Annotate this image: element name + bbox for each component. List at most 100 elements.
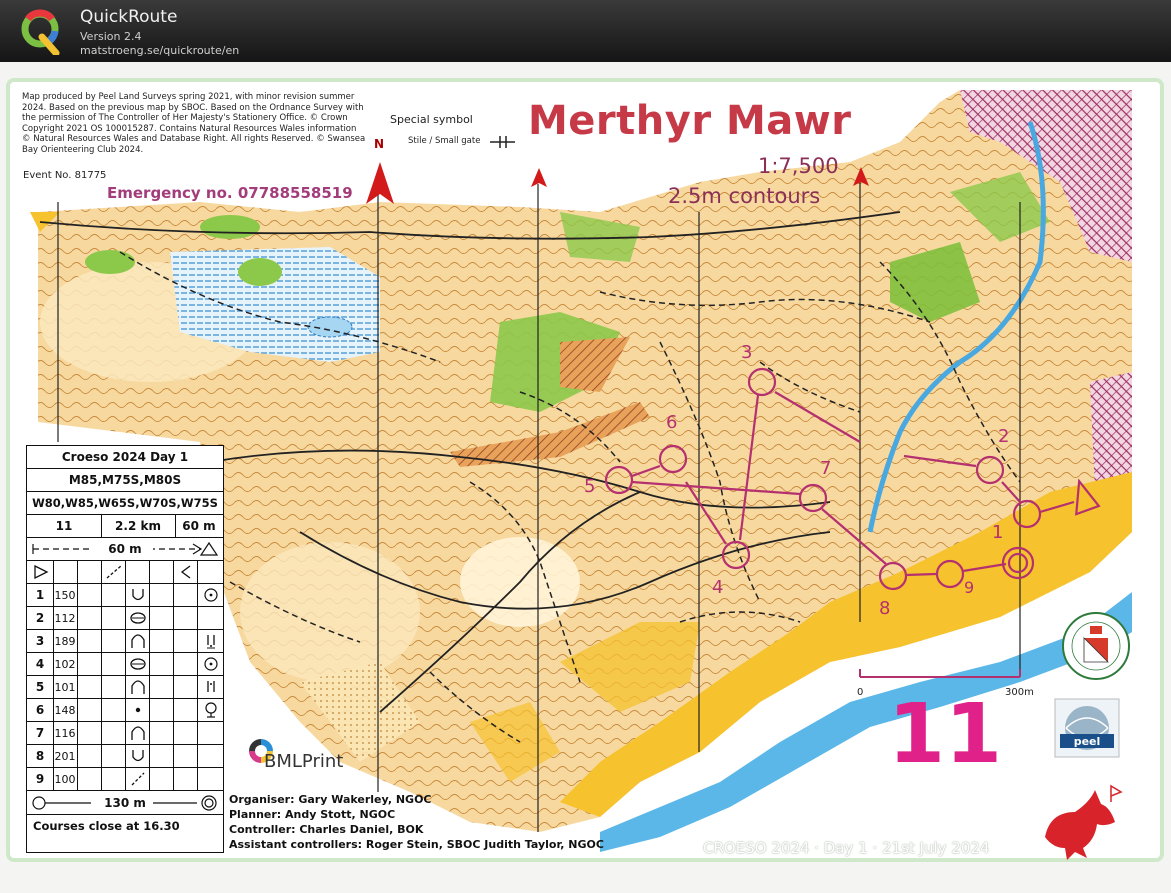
start-triangle-icon (34, 565, 49, 579)
desc-start-marked-row: 60 m (27, 538, 223, 561)
desc-control-code: 116 (54, 726, 76, 740)
assistant-controllers-credit: Assistant controllers: Roger Stein, SBOC… (229, 838, 604, 851)
desc-event-row: Croeso 2024 Day 1 (27, 446, 223, 469)
welsh-dragon-logo-icon (1045, 784, 1123, 860)
desc-courses-close: Courses close at 16.30 (33, 819, 180, 833)
desc-control-number: 4 (35, 657, 45, 671)
scale-bar-start: 0 (857, 687, 864, 698)
quickroute-q-logo-icon (21, 9, 60, 55)
desc-classes-row-1: M85,M75S,M80S (27, 469, 223, 492)
course-number-large: 11 (888, 687, 1003, 782)
desc-control-code: 112 (54, 611, 76, 625)
desc-control-number: 8 (35, 749, 45, 763)
desc-classes-2: W80,W85,W65S,W70S,W75S (32, 496, 218, 510)
desc-control-row: 2 112 (27, 607, 223, 630)
event-number: Event No. 81775 (23, 170, 107, 181)
desc-course-number: 11 (55, 519, 73, 533)
desc-feature-icon (135, 707, 141, 713)
app-version: Version 2.4 (80, 30, 142, 43)
desc-control-code: 100 (54, 772, 76, 786)
desc-control-row: 9 100 (27, 768, 223, 791)
control-number-8: 8 (879, 598, 891, 619)
svg-text:peel: peel (1074, 735, 1101, 748)
desc-detail-icon (204, 588, 218, 602)
desc-closing-row: Courses close at 16.30 (27, 815, 223, 837)
desc-control-row: 8 201 (27, 745, 223, 768)
club-logo-icon (1062, 612, 1130, 680)
map-scale: 1:7,500 (758, 154, 839, 178)
desc-course-row: 11 2.2 km 60 m (27, 515, 223, 538)
control-number-7: 7 (820, 458, 832, 479)
desc-detail-icon (205, 702, 217, 718)
bmlprint-logo: BMLPrint (247, 737, 344, 777)
control-description-sheet: Croeso 2024 Day 1 M85,M75S,M80S W80,W85,… (26, 445, 224, 853)
desc-control-code: 189 (54, 634, 76, 648)
desc-control-row: 4 102 (27, 653, 223, 676)
desc-classes-1: M85,M75S,M80S (68, 473, 182, 487)
planner-credit: Planner: Andy Stott, NGOC (229, 808, 396, 821)
desc-feature-icon (130, 612, 146, 624)
organiser-credit: Organiser: Gary Wakerley, NGOC (229, 793, 432, 806)
desc-control-code: 201 (54, 749, 76, 763)
desc-control-row: 5 101 (27, 676, 223, 699)
special-symbol-title: Special symbol (390, 113, 473, 126)
desc-control-code: 150 (54, 588, 76, 602)
desc-control-code: 148 (54, 703, 76, 717)
control-number-1: 1 (992, 522, 1004, 543)
desc-control-row: 7 116 (27, 722, 223, 745)
desc-feature-icon (131, 772, 145, 786)
desc-feature-icon (131, 726, 145, 740)
north-label: N (374, 137, 385, 151)
control-number-5: 5 (584, 476, 596, 497)
desc-control-row: 3 189 (27, 630, 223, 653)
desc-course-length: 2.2 km (115, 519, 161, 533)
desc-detail-icon (207, 681, 215, 692)
desc-feature-icon (131, 680, 145, 694)
desc-control-number: 7 (35, 726, 45, 740)
control-number-4: 4 (712, 577, 724, 598)
app-title-bar: QuickRoute Version 2.4 matstroeng.se/qui… (0, 0, 1171, 62)
control-number-6: 6 (666, 412, 678, 433)
desc-start-row (27, 561, 223, 584)
desc-finish-row: 130 m (27, 792, 223, 815)
desc-control-row: 1 150 (27, 584, 223, 607)
peel-logo-icon: peel (1054, 698, 1120, 758)
desc-control-number: 9 (35, 772, 45, 786)
desc-feature-icon (132, 750, 144, 762)
bmlprint-text: BMLPrint (264, 751, 344, 772)
emergency-number: Emergency no. 07788558519 (107, 184, 353, 202)
bend-icon (180, 565, 191, 579)
desc-control-code: 101 (54, 680, 76, 694)
map-contour-interval: 2.5m contours (668, 184, 821, 208)
app-url-link[interactable]: matstroeng.se/quickroute/en (80, 44, 239, 57)
map-viewport[interactable]: 3 6 5 7 4 2 1 8 9 Merthyr Mawr 1:7,500 2… (0, 62, 1171, 893)
desc-control-number: 1 (35, 588, 45, 602)
map-credits: Map produced by Peel Land Surveys spring… (22, 92, 366, 155)
control-number-3: 3 (741, 342, 753, 363)
app-title: QuickRoute (80, 7, 178, 27)
desc-finish-distance: 130 m (97, 792, 153, 814)
desc-course-climb: 60 m (182, 519, 216, 533)
desc-feature-icon (132, 589, 144, 601)
desc-feature-icon (131, 634, 145, 648)
desc-start-distance: 60 m (97, 538, 153, 560)
control-number-2: 2 (998, 426, 1010, 447)
control-number-9: 9 (964, 578, 975, 597)
desc-control-row: 6 148 (27, 699, 223, 722)
scale-bar-end: 300m (1005, 687, 1034, 698)
desc-detail-icon (207, 635, 215, 649)
special-symbol-item: Stile / Small gate (408, 136, 481, 146)
map-title: Merthyr Mawr (528, 98, 852, 144)
desc-control-number: 3 (35, 634, 45, 648)
desc-detail-icon (204, 657, 218, 671)
desc-event-name: Croeso 2024 Day 1 (61, 450, 189, 464)
controller-credit: Controller: Charles Daniel, BOK (229, 823, 424, 836)
path-feature-icon (106, 565, 122, 579)
desc-control-number: 5 (35, 680, 45, 694)
desc-feature-icon (130, 658, 146, 670)
desc-control-number: 6 (35, 703, 45, 717)
desc-control-number: 2 (35, 611, 45, 625)
desc-classes-row-2: W80,W85,W65S,W70S,W75S (27, 492, 223, 515)
event-banner: CROESO 2024 · Day 1 · 21st July 2024 (703, 839, 990, 857)
desc-control-code: 102 (54, 657, 76, 671)
